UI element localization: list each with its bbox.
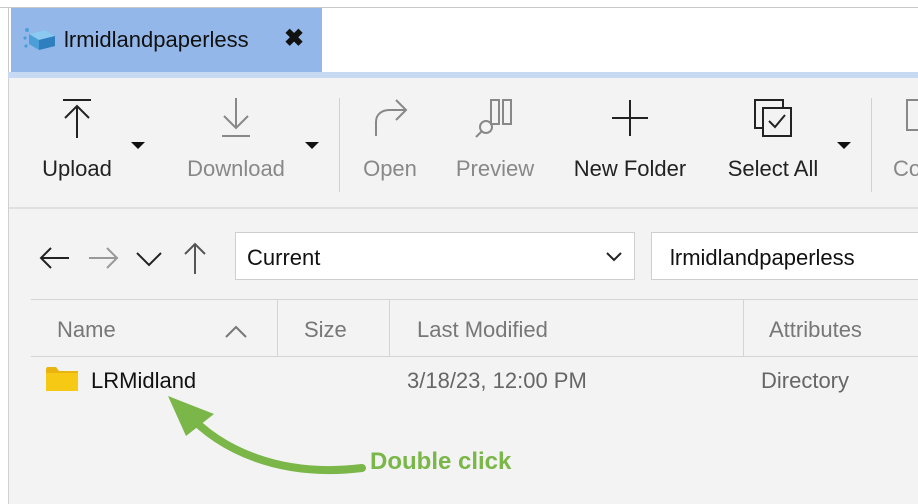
location-value: Current — [247, 245, 321, 270]
select-all-icon — [754, 99, 792, 137]
sort-ascending-chevron-up-icon — [223, 322, 249, 345]
select-all-label: Select All — [727, 156, 819, 181]
forward-arrow-icon[interactable] — [83, 238, 123, 278]
up-arrow-icon[interactable] — [175, 238, 215, 278]
copy-label: Co — [893, 156, 918, 181]
ribbon-divider — [871, 98, 872, 192]
open-icon — [375, 99, 408, 136]
path-field[interactable]: lrmidlandpaperless — [651, 232, 918, 280]
upload-label: Upload — [42, 156, 112, 181]
close-icon[interactable]: ✖ — [281, 26, 307, 52]
chevron-down-icon — [604, 247, 624, 272]
select-all-dropdown-icon[interactable] — [837, 142, 851, 149]
navigation-bar: Current lrmidlandpaperless — [9, 211, 918, 299]
file-attributes: Directory — [761, 368, 850, 393]
column-label: Size — [304, 317, 347, 342]
column-label: Attributes — [769, 317, 862, 342]
open-label: Open — [363, 156, 417, 181]
download-label: Download — [187, 156, 285, 181]
recent-chevron-down-icon[interactable] — [129, 238, 169, 278]
new-folder-button[interactable]: New Folder — [565, 96, 695, 196]
column-header-size[interactable]: Size — [278, 300, 388, 356]
tab-title: lrmidlandpaperless — [64, 27, 249, 52]
download-button[interactable]: Download — [177, 96, 295, 196]
window-top-border — [0, 0, 918, 8]
download-dropdown-icon[interactable] — [305, 142, 319, 149]
folder-icon — [45, 365, 79, 398]
upload-button[interactable]: Upload — [31, 96, 123, 196]
file-name: LRMidland — [91, 368, 197, 393]
list-header: Name Size Last Modified Attributes — [31, 299, 918, 357]
file-browser-panel: Upload Download Open Preview New Folder … — [8, 78, 918, 504]
table-row[interactable]: LRMidland 3/18/23, 12:00 PM Directory — [31, 357, 918, 401]
upload-dropdown-icon[interactable] — [131, 142, 145, 149]
column-header-attributes[interactable]: Attributes — [744, 300, 918, 356]
location-dropdown[interactable]: Current — [235, 232, 635, 280]
file-modified: 3/18/23, 12:00 PM — [407, 368, 587, 393]
column-label: Last Modified — [417, 317, 548, 342]
plus-icon — [612, 100, 648, 136]
back-arrow-icon[interactable] — [35, 238, 75, 278]
ribbon-divider — [339, 98, 340, 192]
preview-label: Preview — [455, 156, 535, 181]
ribbon-toolbar: Upload Download Open Preview New Folder … — [9, 78, 918, 209]
annotation-text: Double click — [370, 448, 512, 475]
new-folder-label: New Folder — [573, 156, 687, 181]
upload-icon — [63, 99, 91, 138]
download-icon — [222, 98, 250, 137]
preview-icon — [475, 99, 512, 138]
open-button[interactable]: Open — [359, 96, 421, 196]
column-header-last-modified[interactable]: Last Modified — [390, 300, 742, 356]
tab-strip: lrmidlandpaperless ✖ — [8, 8, 918, 74]
select-all-button[interactable]: Select All — [721, 96, 825, 196]
tab-lrmidlandpaperless[interactable]: lrmidlandpaperless ✖ — [11, 8, 322, 72]
copy-icon — [906, 99, 918, 131]
preview-button[interactable]: Preview — [449, 96, 541, 196]
column-label: Name — [57, 317, 116, 342]
column-header-name[interactable]: Name — [31, 300, 277, 356]
cloud-drive-icon — [23, 24, 57, 54]
copy-button[interactable]: Co — [885, 96, 918, 196]
path-value: lrmidlandpaperless — [670, 245, 855, 270]
